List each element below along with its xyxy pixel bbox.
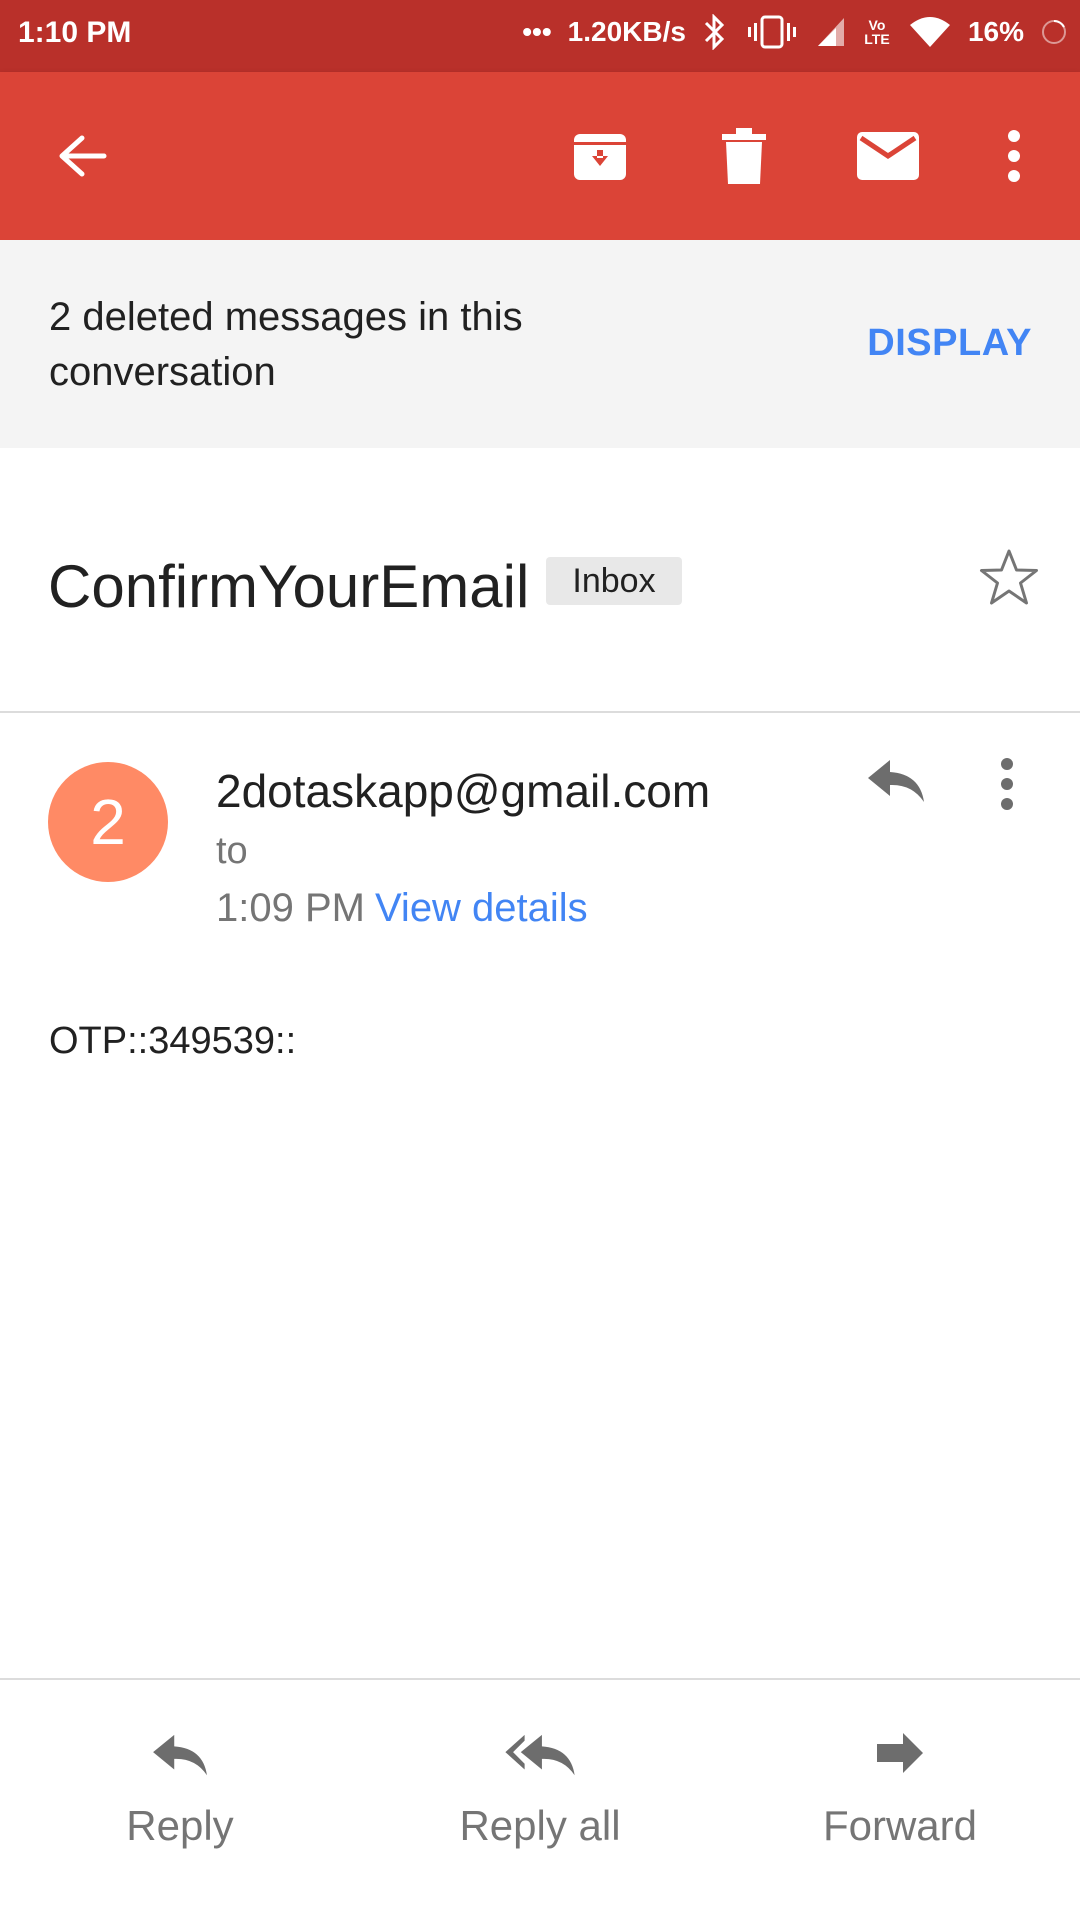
reply-icon[interactable] bbox=[866, 756, 926, 813]
notification-dots: ••• bbox=[522, 16, 552, 47]
mark-unread-icon[interactable] bbox=[848, 116, 928, 196]
battery-percent: 16% bbox=[967, 16, 1024, 47]
vibrate-icon bbox=[744, 14, 800, 50]
display-button[interactable]: DISPLAY bbox=[867, 322, 1032, 365]
sender-email: 2dotaskapp@gmail.com bbox=[216, 765, 711, 817]
message-body: OTP::349539:: bbox=[49, 1020, 297, 1062]
network-speed: 1.20KB/s bbox=[567, 16, 686, 47]
status-icons: ••• 1.20KB/s Vo LTE 16% bbox=[522, 14, 1068, 50]
star-icon[interactable] bbox=[978, 548, 1040, 613]
bluetooth-icon bbox=[702, 14, 728, 50]
forward-label: Forward bbox=[822, 1802, 978, 1849]
reply-all-icon bbox=[410, 1724, 670, 1788]
reply-all-button[interactable]: Reply all bbox=[410, 1724, 670, 1850]
recipient-line: to bbox=[216, 830, 248, 872]
signal-icon bbox=[816, 16, 846, 48]
delete-icon[interactable] bbox=[704, 116, 784, 196]
subject-title: ConfirmYourEmail bbox=[48, 553, 530, 620]
reply-label: Reply bbox=[126, 1802, 234, 1849]
forward-icon bbox=[770, 1724, 1030, 1788]
battery-icon bbox=[1040, 18, 1068, 46]
subject-row: ConfirmYourEmail Inbox bbox=[0, 448, 1080, 712]
more-vert-icon[interactable] bbox=[974, 116, 1054, 196]
message-time-line: 1:09 PM View details bbox=[216, 886, 588, 931]
reply-icon bbox=[50, 1724, 310, 1788]
status-bar: 1:10 PM ••• 1.20KB/s Vo LTE 16% bbox=[0, 0, 1080, 72]
bottom-actions: Reply Reply all Forward bbox=[0, 1680, 1080, 1920]
app-bar bbox=[0, 72, 1080, 240]
wifi-icon bbox=[908, 15, 952, 49]
back-arrow-icon[interactable] bbox=[42, 116, 122, 196]
avatar[interactable]: 2 bbox=[48, 762, 168, 882]
deleted-messages-text: 2 deleted messages in this conversation bbox=[49, 295, 523, 394]
inbox-label-chip[interactable]: Inbox bbox=[546, 557, 682, 605]
message-more-icon[interactable] bbox=[1000, 758, 1014, 815]
view-details-link[interactable]: View details bbox=[375, 886, 588, 930]
message-time: 1:09 PM bbox=[216, 886, 365, 930]
status-time: 1:10 PM bbox=[18, 16, 132, 49]
deleted-messages-banner: 2 deleted messages in this conversation … bbox=[0, 240, 1080, 448]
subject-divider bbox=[0, 711, 1080, 713]
volte-icon: Vo LTE bbox=[864, 17, 890, 47]
archive-icon[interactable] bbox=[560, 116, 640, 196]
forward-button[interactable]: Forward bbox=[770, 1724, 1030, 1850]
reply-all-label: Reply all bbox=[459, 1802, 621, 1849]
reply-button[interactable]: Reply bbox=[50, 1724, 310, 1850]
